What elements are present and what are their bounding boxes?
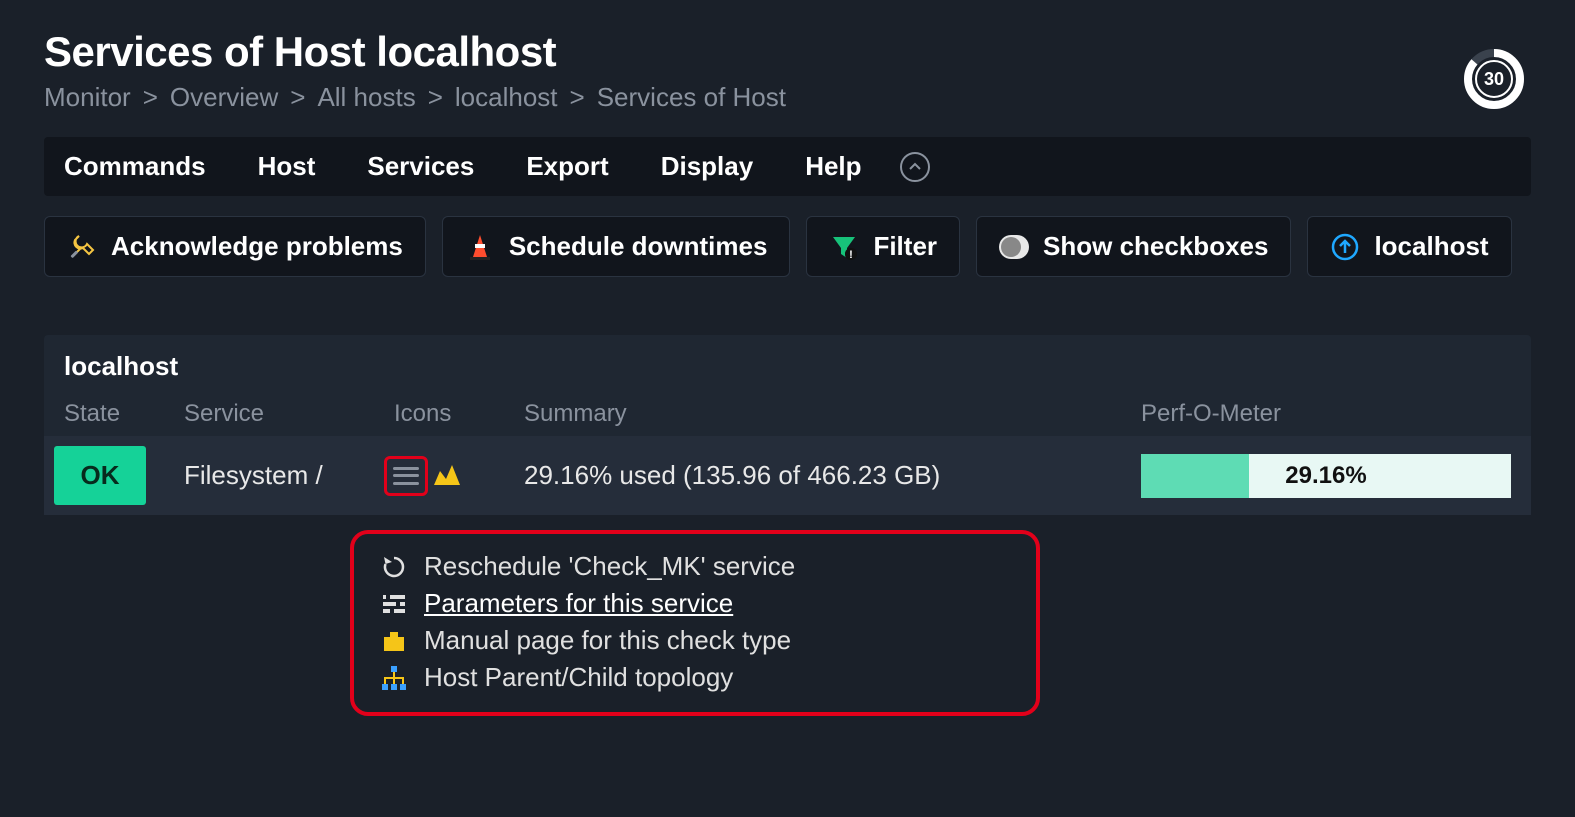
table-row: OK Filesystem / 29.16% used (135.96 of 4… (44, 436, 1531, 515)
manual-icon (380, 627, 408, 655)
breadcrumb-sep: > (143, 82, 158, 113)
funnel-icon: ! (829, 232, 859, 262)
breadcrumb-item[interactable]: Services of Host (597, 82, 786, 113)
service-name[interactable]: Filesystem / (174, 460, 384, 491)
ctx-reschedule[interactable]: Reschedule 'Check_MK' service (380, 548, 1010, 585)
button-label: Acknowledge problems (111, 231, 403, 262)
reload-icon (380, 553, 408, 581)
col-state[interactable]: State (64, 400, 184, 428)
menu-services[interactable]: Services (363, 151, 474, 182)
menu-collapse-toggle[interactable] (900, 152, 930, 182)
toggle-icon (999, 232, 1029, 262)
service-summary: 29.16% used (135.96 of 466.23 GB) (514, 460, 1141, 491)
breadcrumb-item[interactable]: Overview (170, 82, 278, 113)
arrow-up-circle-icon (1330, 232, 1360, 262)
menu-host[interactable]: Host (254, 151, 316, 182)
tools-icon (67, 232, 97, 262)
host-link-button[interactable]: localhost (1307, 216, 1511, 277)
ctx-label: Manual page for this check type (424, 625, 791, 656)
graph-icon[interactable] (432, 459, 462, 492)
col-perf[interactable]: Perf-O-Meter (1141, 400, 1511, 428)
perf-label: 29.16% (1285, 462, 1366, 490)
services-panel: localhost State Service Icons Summary Pe… (44, 335, 1531, 515)
breadcrumb-item[interactable]: localhost (455, 82, 558, 113)
button-label: localhost (1374, 231, 1488, 262)
menu-display[interactable]: Display (657, 151, 754, 182)
button-label: Schedule downtimes (509, 231, 768, 262)
breadcrumb-item[interactable]: All hosts (317, 82, 415, 113)
col-icons[interactable]: Icons (394, 400, 524, 428)
refresh-countdown[interactable]: 30 (1463, 48, 1525, 110)
table-header-row: State Service Icons Summary Perf-O-Meter (44, 392, 1531, 436)
ctx-label: Reschedule 'Check_MK' service (424, 551, 795, 582)
perf-o-meter[interactable]: 29.16% (1141, 454, 1511, 498)
button-label: Filter (873, 231, 937, 262)
state-badge: OK (54, 446, 146, 505)
menu-commands[interactable]: Commands (44, 151, 206, 182)
acknowledge-problems-button[interactable]: Acknowledge problems (44, 216, 426, 277)
breadcrumb-sep: > (290, 82, 305, 113)
ctx-label: Parameters for this service (424, 588, 733, 619)
breadcrumb-sep: > (428, 82, 443, 113)
topology-icon (380, 664, 408, 692)
params-icon (380, 590, 408, 618)
filter-button[interactable]: ! Filter (806, 216, 960, 277)
ctx-topology[interactable]: Host Parent/Child topology (380, 659, 1010, 696)
refresh-seconds: 30 (1463, 48, 1525, 110)
breadcrumb: Monitor > Overview > All hosts > localho… (44, 82, 1531, 113)
show-checkboxes-toggle[interactable]: Show checkboxes (976, 216, 1291, 277)
ctx-label: Host Parent/Child topology (424, 662, 733, 693)
button-label: Show checkboxes (1043, 231, 1268, 262)
chevron-up-icon (908, 160, 922, 174)
panel-hostname: localhost (44, 335, 1531, 392)
ctx-manual-page[interactable]: Manual page for this check type (380, 622, 1010, 659)
col-summary[interactable]: Summary (524, 400, 1141, 428)
svg-text:!: ! (850, 249, 854, 261)
action-menu-icon[interactable] (384, 456, 428, 496)
col-service[interactable]: Service (184, 400, 394, 428)
cone-icon (465, 232, 495, 262)
ctx-parameters[interactable]: Parameters for this service (380, 585, 1010, 622)
breadcrumb-item[interactable]: Monitor (44, 82, 131, 113)
context-menu: Reschedule 'Check_MK' service Parameters… (350, 530, 1040, 716)
menu-export[interactable]: Export (522, 151, 608, 182)
breadcrumb-sep: > (570, 82, 585, 113)
perf-fill (1141, 454, 1249, 498)
schedule-downtimes-button[interactable]: Schedule downtimes (442, 216, 791, 277)
menubar: Commands Host Services Export Display He… (44, 137, 1531, 196)
page-title: Services of Host localhost (44, 28, 1531, 76)
toolbar: Acknowledge problems Schedule downtimes … (44, 216, 1531, 277)
menu-help[interactable]: Help (801, 151, 861, 182)
